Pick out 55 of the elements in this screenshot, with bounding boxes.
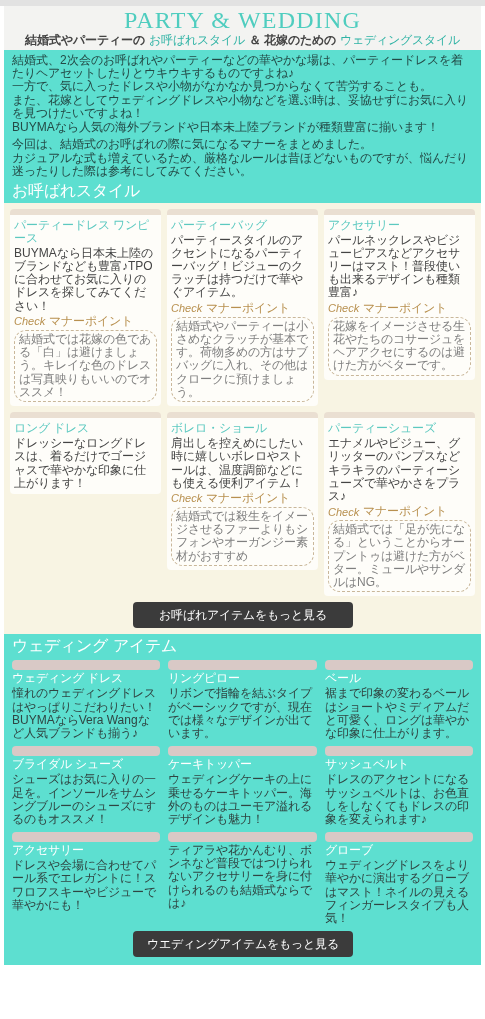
page-title: PARTY & WEDDING (124, 8, 361, 34)
section-title: ウェディング アイテム (12, 638, 179, 655)
manner-point-bubble: 結婚式では殺生をイメージさせるファーよりもシフォンやオーガンジー素材がおすすめ (171, 507, 314, 566)
item-title: サッシュベルト (324, 758, 410, 772)
more-guest-items-button[interactable]: お呼ばれアイテムをもっと見る (132, 602, 353, 629)
item-title: ボレロ・ショール (171, 421, 268, 436)
check-label: マナーポイント (363, 301, 448, 315)
item-description: シューズはお気に入りの一足を。インソールをサムシングブルーのシューズにするのもオススメ！ (12, 773, 157, 827)
manner-point-bubble: 結婚式やパーティーは小さめなクラッチが基本です。荷物多めの方はサブバッグに入れ、その他はクロークに預けましょう。 (171, 316, 314, 402)
item-description: リボンで指輪を結ぶタイプがベーシックですが、現在では様々なデザインが出ています。 (168, 687, 314, 741)
check-tag: Check (171, 492, 203, 505)
intro-paragraph: 結婚式、2次会のお呼ばれやパーティーなどの華やかな場は、パーティードレスを着たりヘアセットしたりとウキウキするものですよね♪ 一方で、気に入ったドレスや小物がなかなか見つからなくて苦労することも。 また、花嫁としてウェディングドレスや小物などを選ぶ時は、妥協せずにお気に入りを見つけたいですよね！ BUYMAなら人気の海外ブランドや日本未上陸ブランドが種類豊富に揃います！ (12, 53, 469, 135)
item-title: リングピロー (168, 672, 242, 686)
item-description: エナメルやビジュー、グリッターのパンプスなどキラキラのパーティーシューズで華やかさをプラス♪ (328, 437, 461, 504)
check-label: マナーポイント (49, 314, 134, 328)
item-title: ケーキトッパー (168, 758, 254, 772)
check-tag: Check (14, 315, 46, 328)
more-wedding-items-button[interactable]: ウエディングアイテムをもっと見る (132, 931, 353, 958)
check-label: マナーポイント (206, 491, 291, 506)
manner-point-bubble: 結婚式では「足が先になる」ということからオープントゥは避けた方がベター。ミュールやサンダルはNG。 (328, 520, 471, 593)
item-title: ウェディング ドレス (12, 672, 125, 686)
item-title: アクセサリー (328, 218, 401, 232)
item-title: パーティーシューズ (328, 421, 437, 436)
item-description: ウェディングドレスをより華やかに演出するグローブはマスト！ネイルの見えるフィンガーレスタイプも人気！ (324, 859, 470, 926)
item-description: ドレッシーなロングドレスは、着るだけでゴージャスで華やかな印象に仕上がります！ (14, 437, 147, 490)
manner-point-bubble: 結婚式では花嫁の色である「白」は避けましょう。キレイな色のドレスは写真映りもいいのでオススメ！ (14, 330, 157, 402)
manner-point-bubble: 花嫁をイメージさせる生花やたちのコサージュをヘアアクセにするのは避けた方がベターです。 (328, 316, 471, 376)
item-description: パーティースタイルのアクセントになるパーティーバッグ！ビジューのクラッチは持つだけで華やぐアイテム。 (171, 233, 304, 300)
item-title: パーティードレス ワンピース (14, 218, 151, 245)
item-description: ティアラや花かんむり、ボンネなど普段ではつけられないアクセサリーを身に付けられるのも結婚式ならでは♪ (168, 844, 314, 910)
item-description: 憧れのウェディングドレスはやっぱりこだわりたい！BUYMAならVera Wangなど人気ブランドも揃う♪ (12, 687, 157, 741)
item-description: 裾まで印象の変わるベールはショートやミディアムだと可愛く、ロングは華やかな印象に仕上がります。 (324, 687, 470, 741)
subtitle-text: ウェディングスタイル (340, 33, 461, 48)
check-label: マナーポイント (206, 301, 291, 315)
check-label: マナーポイント (363, 505, 448, 519)
check-tag: Check (328, 505, 360, 518)
item-description: パールネックレスやビジューピアスなどアクセサリーはマスト！普段使いも出来るデザインも種類豊富♪ (328, 233, 461, 300)
item-description: 肩出しを控えめにしたい時に嬉しいボレロやストールは、温度調節などにも使える便利アイテム！ (171, 437, 304, 490)
check-tag: Check (328, 302, 360, 315)
intro-paragraph: 今回は、結婚式のお呼ばれの際に気になるマナーをまとめました。 カジュアルな式も増えているため、厳格なルールは昔ほどないものですが、悩んだり迷ったりした際は参考にしてみてください。 (12, 138, 469, 179)
check-tag: Check (171, 302, 203, 315)
item-title: パーティーバッグ (171, 218, 268, 232)
item-title: ロング ドレス (14, 421, 91, 436)
item-title: ベール (324, 672, 362, 686)
item-description: ウェディングケーキの上に乗せるケーキトッパー。海外のものはユーモア溢れるデザインも魅力！ (168, 773, 314, 827)
item-title: ブライダル シューズ (12, 758, 125, 772)
section-title: お呼ばれスタイル (12, 182, 141, 199)
subtitle-text: ＆ 花嫁のための (248, 33, 337, 48)
item-description: ドレスのアクセントになるサッシュベルトは、お色直しをしなくてもドレスの印象を変えられます♪ (324, 773, 470, 827)
item-description: ドレスや会場に合わせてパール系でエレガントに！スワロフスキーやビジューで華やかにも！ (12, 859, 157, 912)
item-title: グローブ (324, 844, 374, 858)
item-description: BUYMAなら日本未上陸のブランドなども豊富♪TPOに合わせてお気に入りのドレスを探してみてください！ (14, 246, 154, 313)
item-title: アクセサリー (12, 844, 85, 858)
subtitle-text: お呼ばれスタイル (148, 33, 245, 48)
subtitle-text: 結婚式やパーティーの (24, 33, 145, 48)
